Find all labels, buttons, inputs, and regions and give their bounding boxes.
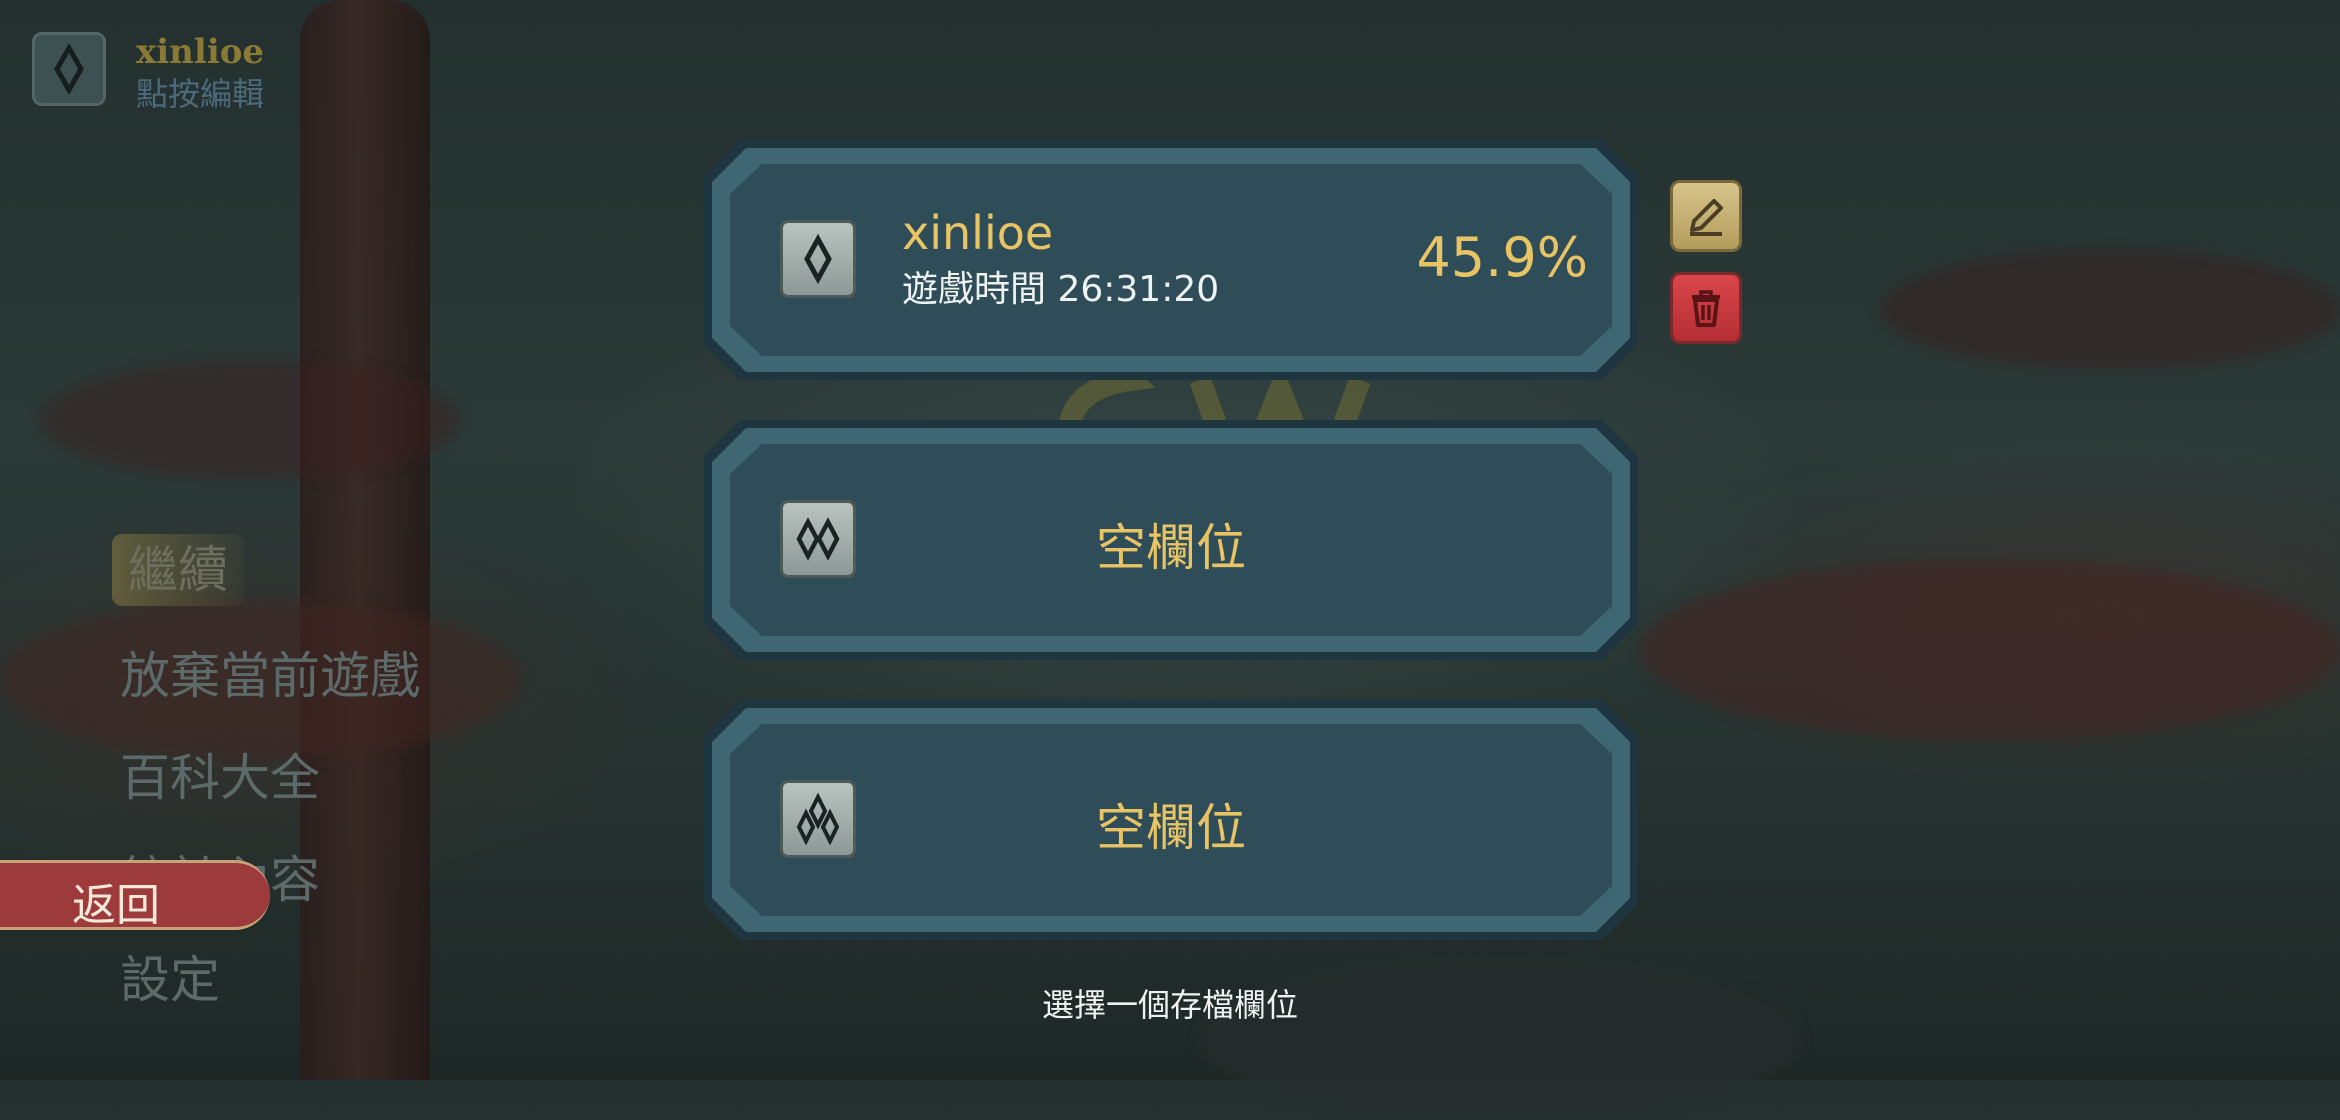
player-profile[interactable]: xinlioe 點按編輯 <box>32 32 264 116</box>
slot-empty-label: 空欄位 <box>1096 799 1246 857</box>
background-cloud <box>40 360 460 480</box>
save-slot-1[interactable]: xinlioe 遊戲時間 26:31:20 45.9% <box>700 136 1642 384</box>
trash-icon <box>1692 290 1720 327</box>
back-button-label: 返回 <box>72 880 160 931</box>
menu-item-continue[interactable]: 繼續 <box>112 534 244 606</box>
delete-slot-button[interactable] <box>1670 272 1742 344</box>
slot-empty-label: 空欄位 <box>1096 519 1246 577</box>
background-cloud <box>1640 560 2340 740</box>
profile-rune-icon <box>32 32 106 106</box>
menu-item-compendium[interactable]: 百科大全 <box>120 738 320 810</box>
select-slot-prompt: 選擇一個存檔欄位 <box>1041 986 1298 1024</box>
background-tower <box>300 0 430 1080</box>
rename-slot-button[interactable] <box>1670 180 1742 252</box>
save-slot-3[interactable]: 空欄位 <box>700 696 1642 944</box>
slot-completion: 45.9% <box>1416 226 1588 289</box>
profile-edit-hint[interactable]: 點按編輯 <box>136 72 264 116</box>
slot-player-name: xinlioe <box>902 206 1054 260</box>
slot-playtime: 遊戲時間 26:31:20 <box>902 269 1220 310</box>
one-diamond-rune-icon <box>780 220 856 298</box>
save-slot-2[interactable]: 空欄位 <box>700 416 1642 664</box>
pencil-icon <box>1690 199 1723 236</box>
background-cloud <box>1880 250 2340 370</box>
profile-name: xinlioe <box>136 32 265 72</box>
back-button[interactable]: 返回 <box>0 860 270 931</box>
menu-item-abandon-run[interactable]: 放棄當前遊戲 <box>120 636 420 708</box>
